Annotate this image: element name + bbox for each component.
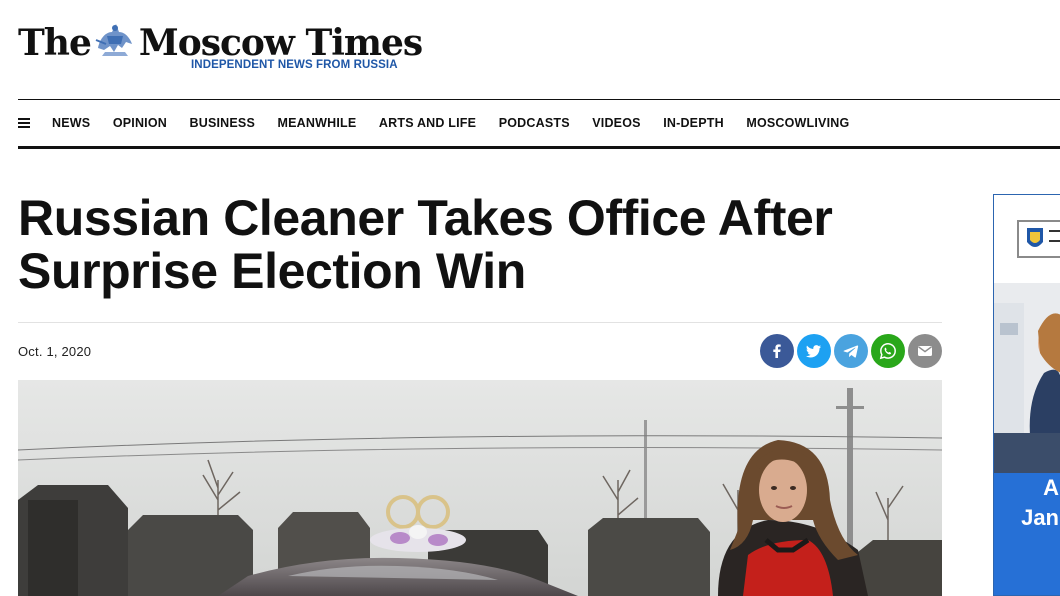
nav-item-meanwhile[interactable]: MEANWHILE — [278, 116, 357, 130]
logo-word-moscow-times: Moscow Times — [138, 22, 423, 64]
nav-item-opinion[interactable]: OPINION — [113, 116, 167, 130]
nav-item-videos[interactable]: VIDEOS — [592, 116, 640, 130]
ad-headline: A Jan — [994, 473, 1060, 595]
telegram-icon[interactable] — [834, 334, 868, 368]
article-photo — [18, 380, 942, 596]
logo-tagline: INDEPENDENT NEWS FROM RUSSIA — [191, 59, 398, 71]
meta-divider — [18, 322, 942, 323]
article-date: Oct. 1, 2020 — [18, 344, 92, 359]
whatsapp-icon[interactable] — [871, 334, 905, 368]
nav-item-news[interactable]: NEWS — [52, 116, 90, 130]
logo-word-the: The — [18, 22, 92, 64]
nav-item-podcasts[interactable]: PODCASTS — [499, 116, 570, 130]
facebook-icon[interactable] — [760, 334, 794, 368]
email-icon[interactable] — [908, 334, 942, 368]
nav-item-arts-and-life[interactable]: ARTS AND LIFE — [379, 116, 476, 130]
share-bar — [760, 334, 942, 368]
sidebar-ad[interactable]: A Jan — [993, 194, 1060, 596]
article-headline: Russian Cleaner Takes Office After Surpr… — [18, 190, 833, 299]
site-logo[interactable]: The Moscow Times INDEPENDENT NEWS FROM R… — [18, 14, 423, 76]
hamburger-icon[interactable] — [18, 118, 30, 128]
nav-item-business[interactable]: BUSINESS — [190, 116, 256, 130]
nav-item-in-depth[interactable]: IN-DEPTH — [663, 116, 724, 130]
ad-photo — [994, 283, 1060, 473]
twitter-icon[interactable] — [797, 334, 831, 368]
logo-wordmark: The Moscow Times — [18, 18, 423, 64]
main-nav: NEWS OPINION BUSINESS MEANWHILE ARTS AND… — [18, 99, 1060, 149]
st-george-emblem-icon — [92, 18, 138, 64]
ad-logo — [1017, 220, 1060, 258]
nav-item-moscowliving[interactable]: MOSCOWLIVING — [746, 116, 849, 130]
